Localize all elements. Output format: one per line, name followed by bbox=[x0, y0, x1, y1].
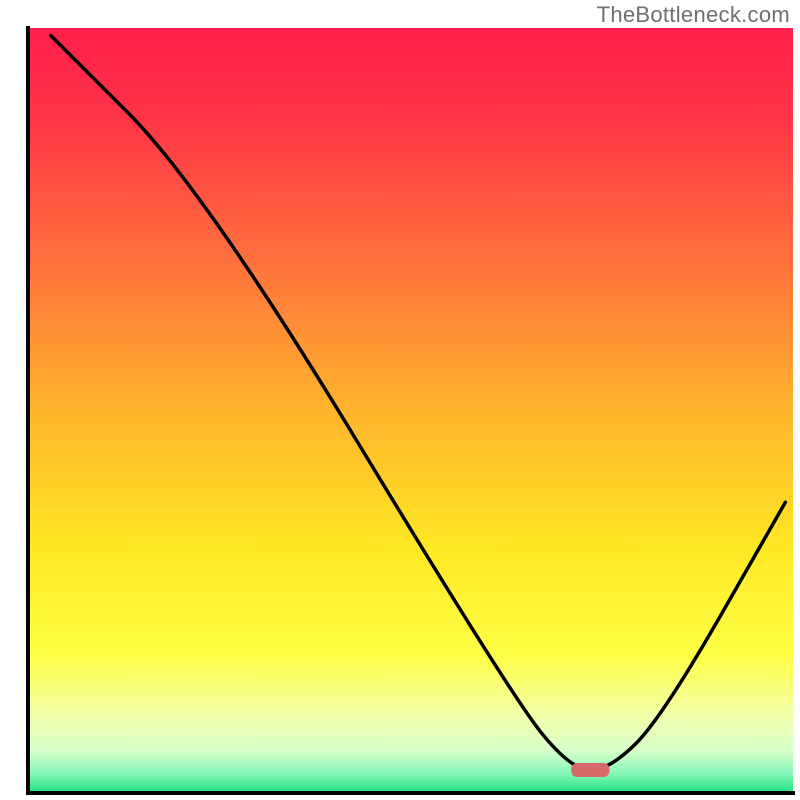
bottleneck-chart bbox=[0, 0, 800, 800]
plot-background bbox=[28, 28, 793, 793]
optimal-marker bbox=[571, 763, 609, 777]
watermark-label: TheBottleneck.com bbox=[597, 2, 790, 28]
chart-container: { "watermark": "TheBottleneck.com", "cha… bbox=[0, 0, 800, 800]
